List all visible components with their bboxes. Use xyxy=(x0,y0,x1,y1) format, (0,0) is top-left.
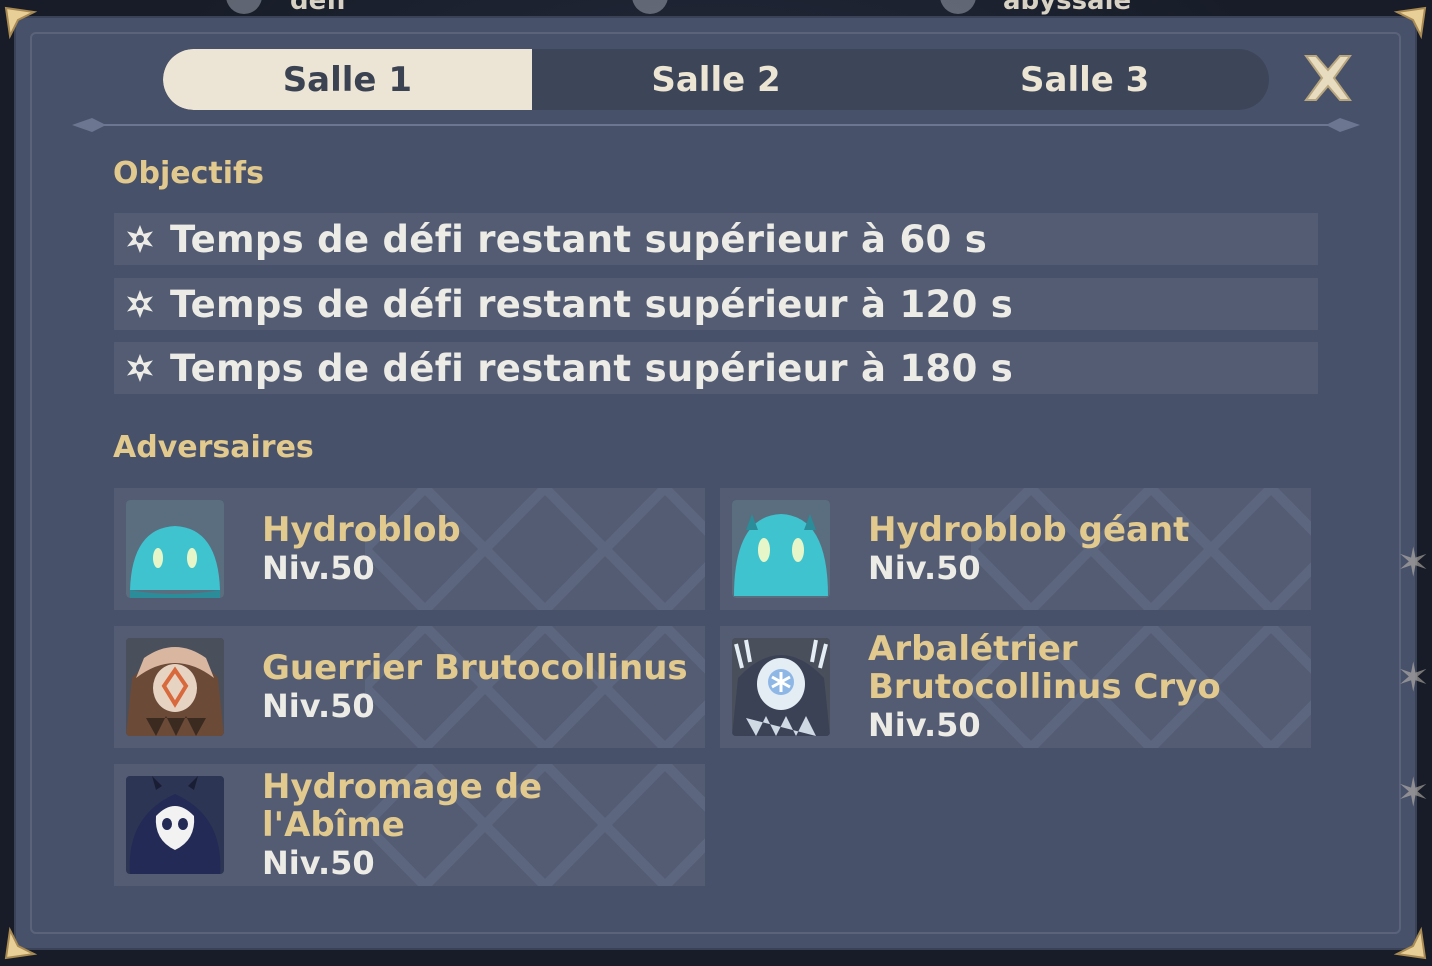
tab-salle-2[interactable]: Salle 2 xyxy=(532,49,901,110)
enemy-level: Niv.50 xyxy=(868,549,981,587)
bg-label-defi: défi xyxy=(290,0,346,16)
corner-ornament-icon xyxy=(4,926,38,960)
bg-circle-icon xyxy=(632,0,668,14)
bg-circle-icon xyxy=(226,0,262,14)
bg-star-icon: ✶ xyxy=(1396,655,1430,701)
tab-salle-3[interactable]: Salle 3 xyxy=(900,49,1269,110)
hydro-abyss-mage-icon xyxy=(126,776,224,874)
bg-label-abyssale: abyssale xyxy=(1003,0,1132,16)
hilichurl-warrior-icon xyxy=(126,638,224,736)
enemy-card[interactable]: Hydromage de l'Abîme Niv.50 xyxy=(114,764,705,886)
objective-text: Temps de défi restant supérieur à 120 s xyxy=(170,282,1014,326)
enemy-level: Niv.50 xyxy=(262,844,375,882)
bg-star-icon: ✶ xyxy=(1396,540,1430,586)
tab-label: Salle 2 xyxy=(651,59,781,100)
enemy-level: Niv.50 xyxy=(262,549,375,587)
enemy-name: Hydroblob géant xyxy=(868,510,1190,550)
objective-row: Temps de défi restant supérieur à 120 s xyxy=(114,278,1318,330)
section-divider xyxy=(72,118,1360,132)
bg-star-icon: ✶ xyxy=(1396,770,1430,816)
objectives-title: Objectifs xyxy=(113,156,264,191)
corner-ornament-icon xyxy=(4,6,38,40)
corner-ornament-icon xyxy=(1393,6,1427,40)
cryo-hilichurl-shooter-icon xyxy=(732,638,830,736)
adversaries-title: Adversaires xyxy=(113,430,314,465)
objective-row: Temps de défi restant supérieur à 60 s xyxy=(114,213,1318,265)
enemy-info: Hydroblob Niv.50 xyxy=(262,488,695,610)
objective-text: Temps de défi restant supérieur à 180 s xyxy=(170,346,1014,390)
objective-row: Temps de défi restant supérieur à 180 s xyxy=(114,342,1318,394)
large-hydro-slime-icon xyxy=(732,500,830,598)
tab-label: Salle 1 xyxy=(282,59,412,100)
star-icon xyxy=(123,350,157,386)
star-icon xyxy=(123,286,157,322)
hydro-slime-icon xyxy=(126,500,224,598)
screen: défi abyssale Salle 1 Salle 2 Salle 3 Ob… xyxy=(0,0,1432,966)
enemy-name: Hydroblob xyxy=(262,510,461,550)
enemy-name: Guerrier Brutocollinus xyxy=(262,648,688,688)
enemy-info: Arbalétrier Brutocollinus Cryo Niv.50 xyxy=(868,626,1301,748)
enemy-card[interactable]: Hydroblob géant Niv.50 xyxy=(720,488,1311,610)
enemy-card[interactable]: Hydroblob Niv.50 xyxy=(114,488,705,610)
corner-ornament-icon xyxy=(1393,926,1427,960)
enemy-level: Niv.50 xyxy=(262,687,375,725)
bg-circle-icon xyxy=(940,0,976,14)
objective-text: Temps de défi restant supérieur à 60 s xyxy=(170,217,988,261)
star-icon xyxy=(123,221,157,257)
tab-salle-1[interactable]: Salle 1 xyxy=(163,49,532,110)
tab-label: Salle 3 xyxy=(1020,59,1150,100)
close-icon[interactable] xyxy=(1300,52,1356,104)
enemy-info: Hydroblob géant Niv.50 xyxy=(868,488,1301,610)
enemy-info: Guerrier Brutocollinus Niv.50 xyxy=(262,626,695,748)
room-tabs: Salle 1 Salle 2 Salle 3 xyxy=(163,49,1269,110)
enemy-card[interactable]: Guerrier Brutocollinus Niv.50 xyxy=(114,626,705,748)
enemy-name: Arbalétrier Brutocollinus Cryo xyxy=(868,629,1221,707)
enemy-info: Hydromage de l'Abîme Niv.50 xyxy=(262,764,695,886)
enemy-card[interactable]: Arbalétrier Brutocollinus Cryo Niv.50 xyxy=(720,626,1311,748)
enemy-name: Hydromage de l'Abîme xyxy=(262,767,543,845)
enemy-level: Niv.50 xyxy=(868,706,981,744)
